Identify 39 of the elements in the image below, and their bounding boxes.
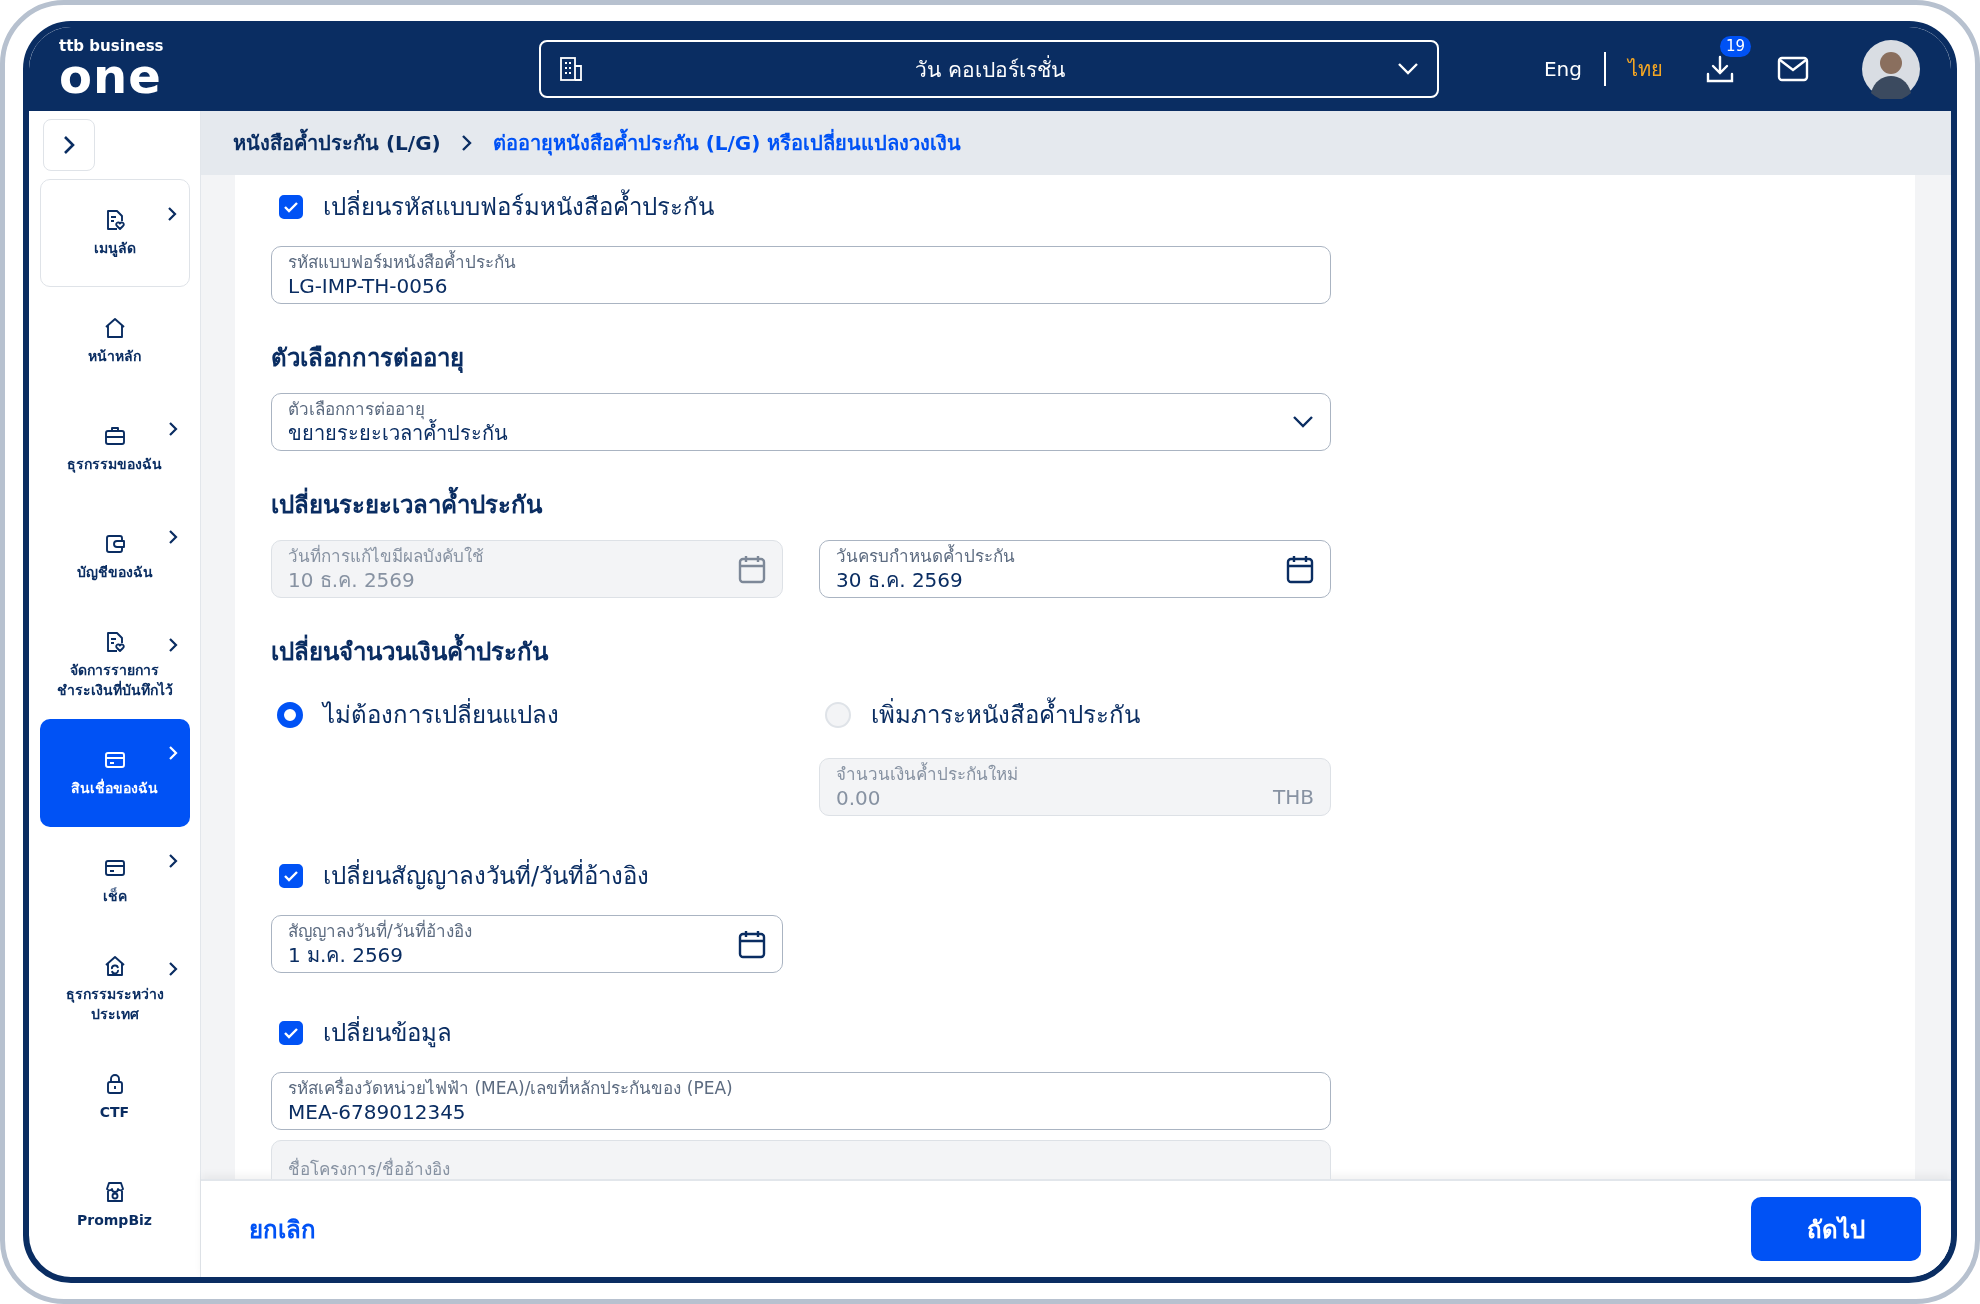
date-field[interactable]: วันครบกำหนดค้ำประกัน 30 ธ.ค. 2569 [819, 540, 1331, 598]
section-heading: เปลี่ยนจำนวนเงินค้ำประกัน [271, 632, 548, 671]
check-icon [283, 869, 299, 882]
breadcrumb-link[interactable]: หนังสือค้ำประกัน (L/G) [233, 127, 441, 159]
calendar-icon [1286, 554, 1314, 584]
chevron-right-icon [460, 134, 473, 152]
check-icon [283, 200, 299, 213]
text-field[interactable]: รหัสเครื่องวัดหน่วยไฟฟ้า (MEA)/เลขที่หลักประกันของ (PEA) MEA-6789012345 [271, 1072, 1331, 1130]
download-button[interactable] [1705, 54, 1735, 84]
text-field[interactable]: รหัสแบบฟอร์มหนังสือค้ำประกัน LG-IMP-TH-0056 [271, 246, 1331, 304]
section-heading: เปลี่ยนระยะเวลาค้ำประกัน [271, 485, 542, 524]
checkbox[interactable]: เปลี่ยนสัญญาลงวันที่/วันที่อ้างอิง [279, 856, 650, 895]
logo-caption: ttb business [59, 38, 165, 54]
radio-option[interactable]: ไม่ต้องการเปลี่ยนแปลง [271, 695, 783, 734]
notification-badge: 19 [1719, 36, 1751, 57]
breadcrumb-link[interactable]: ต่ออายุหนังสือค้ำประกัน (L/G) หรือเปลี่ยนแปลงวงเงิน [492, 127, 962, 159]
chevron-right-icon [62, 134, 76, 156]
section-heading: ตัวเลือกการต่ออายุ [271, 343, 464, 375]
chevron-down-icon [1292, 415, 1314, 429]
calendar-icon [738, 554, 766, 584]
chevron-down-icon [1397, 62, 1419, 76]
language-option[interactable]: ไทย [1628, 53, 1663, 85]
checkbox[interactable]: เปลี่ยนข้อมูล [279, 1013, 452, 1052]
dropdown-field[interactable]: ตัวเลือกการต่ออายุ ขยายระยะเวลาค้ำประกัน [271, 393, 1331, 451]
check-icon [283, 1026, 299, 1039]
language-option[interactable]: Eng [1544, 57, 1582, 81]
radio-option[interactable]: เพิ่มภาระหนังสือค้ำประกัน [819, 695, 1331, 734]
cancel-link[interactable]: ยกเลิก [249, 1209, 316, 1249]
calendar-icon [738, 929, 766, 959]
building-icon [559, 56, 583, 82]
next-button[interactable]: ถัดไป [1751, 1197, 1921, 1261]
sidebar-item[interactable]: สินเชื่อของฉัน [39, 719, 190, 827]
sidebar-item[interactable]: เมนูลัด [39, 179, 190, 287]
company-selector[interactable]: วัน คอเปอร์เรชั่น [539, 40, 1439, 98]
mail-icon[interactable] [1777, 56, 1809, 82]
avatar[interactable] [1861, 39, 1921, 99]
checkbox[interactable]: เปลี่ยนรหัสแบบฟอร์มหนังสือค้ำประกัน [279, 187, 714, 226]
logo: one [59, 51, 162, 100]
date-field[interactable]: สัญญาลงวันที่/วันที่อ้างอิง 1 ม.ค. 2569 [271, 915, 783, 973]
